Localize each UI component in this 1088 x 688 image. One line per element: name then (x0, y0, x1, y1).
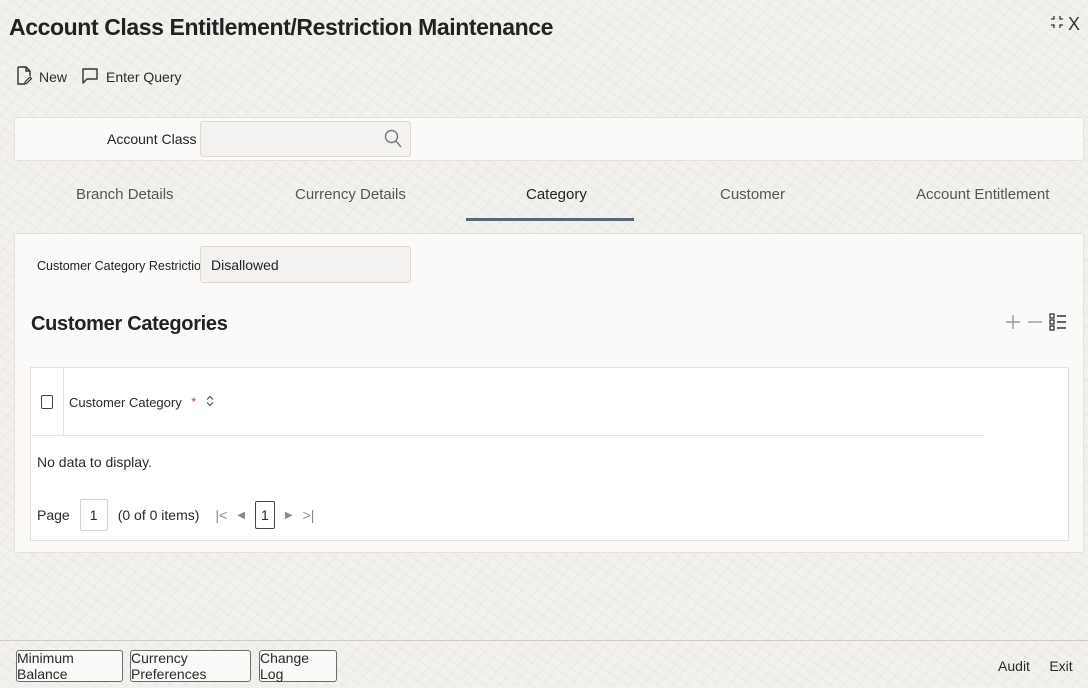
toolbar: New Enter Query (16, 66, 182, 88)
close-icon[interactable]: X (1068, 14, 1080, 35)
restriction-field[interactable]: Disallowed (200, 246, 411, 283)
page-title: Account Class Entitlement/Restriction Ma… (9, 14, 554, 40)
current-page-button[interactable]: 1 (254, 501, 275, 529)
new-label: New (39, 69, 68, 85)
enter-query-label: Enter Query (106, 69, 182, 85)
tab-category[interactable]: Category (526, 186, 587, 203)
tab-branch-details[interactable]: Branch Details (76, 186, 174, 203)
select-all-checkbox[interactable] (41, 395, 53, 409)
pager: Page 1 (0 of 0 items) |< ◀ 1 ▶ >| (37, 499, 314, 531)
single-record-view-icon[interactable] (1049, 312, 1067, 337)
restriction-label: Customer Category Restriction (37, 259, 208, 273)
restriction-value: Disallowed (211, 257, 279, 273)
customer-categories-title: Customer Categories (31, 313, 228, 335)
restore-icon[interactable] (1050, 15, 1064, 34)
sort-icon[interactable] (206, 395, 214, 410)
account-class-label-text: Account Class (107, 131, 197, 147)
exit-button[interactable]: Exit (1040, 650, 1082, 682)
audit-button[interactable]: Audit (990, 650, 1038, 682)
column-divider (63, 368, 64, 435)
page-label: Page (37, 507, 70, 523)
tab-customer[interactable]: Customer (720, 186, 785, 203)
page-number-input[interactable]: 1 (79, 499, 108, 531)
currency-preferences-button[interactable]: Currency Preferences (130, 650, 251, 682)
previous-page-icon[interactable]: ◀ (237, 510, 245, 521)
required-marker: * (191, 395, 197, 409)
minimum-balance-button[interactable]: Minimum Balance (16, 650, 123, 682)
column-header-text: Customer Category (69, 395, 182, 410)
delete-row-icon[interactable] (1027, 314, 1043, 335)
grid-actions (1005, 312, 1067, 337)
enter-query-button[interactable]: Enter Query (81, 67, 182, 87)
add-row-icon[interactable] (1005, 314, 1021, 335)
tab-account-entitlement[interactable]: Account Entitlement (916, 186, 1049, 203)
empty-message: No data to display. (37, 454, 152, 470)
header-divider (31, 435, 985, 436)
last-page-icon[interactable]: >| (303, 507, 315, 523)
column-header-customer-category[interactable]: Customer Category * (69, 395, 214, 410)
first-page-icon[interactable]: |< (215, 507, 227, 523)
query-icon (81, 67, 99, 87)
window-controls: X (1050, 14, 1080, 35)
account-class-panel: Account Class * (14, 117, 1084, 161)
change-log-button[interactable]: Change Log (259, 650, 337, 682)
items-count: (0 of 0 items) (117, 507, 200, 523)
tab-currency-details[interactable]: Currency Details (295, 186, 406, 203)
new-button[interactable]: New (16, 66, 67, 88)
footer-bar: Minimum Balance Currency Preferences Cha… (0, 640, 1088, 688)
new-document-icon (16, 66, 33, 88)
active-tab-indicator (466, 218, 634, 221)
tab-bar: Branch Details Currency Details Category… (14, 170, 1082, 222)
search-icon[interactable] (384, 129, 402, 152)
next-page-icon[interactable]: ▶ (285, 510, 293, 521)
account-class-input[interactable] (200, 121, 411, 157)
customer-categories-grid: Customer Category * No data to display. … (30, 367, 1069, 541)
account-class-label: Account Class * (107, 131, 205, 147)
